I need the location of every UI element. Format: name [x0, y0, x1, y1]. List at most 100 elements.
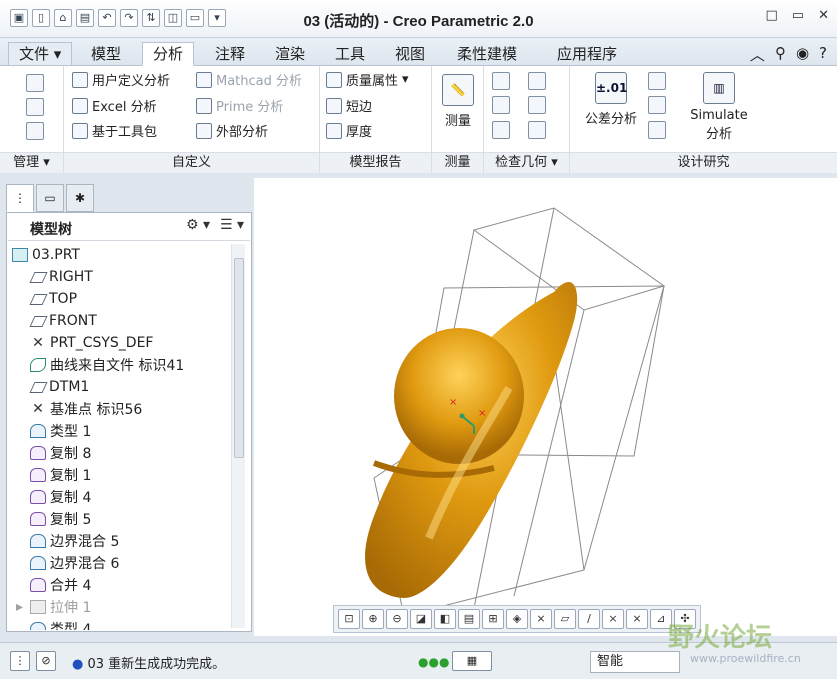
section-icon[interactable]	[528, 72, 546, 90]
tolerance-analysis-button[interactable]: ±.01 公差分析	[574, 72, 648, 127]
tree-item-label: PRT_CSYS_DEF	[50, 335, 154, 351]
plane-display-icon[interactable]: ▱	[554, 609, 576, 629]
group-inspect-geometry-label[interactable]: 检查几何 ▾	[484, 152, 569, 173]
window-title: 03 (活动的) - Creo Parametric 2.0	[303, 13, 534, 30]
axis-display-icon[interactable]: ∕	[578, 609, 600, 629]
draft-icon[interactable]	[492, 96, 510, 114]
tree-item[interactable]: 曲线来自文件 标识41	[30, 354, 184, 376]
tree-tools: ⚙ ▾ ☰ ▾	[186, 217, 244, 233]
favorites-tab[interactable]: ✱	[66, 184, 94, 212]
csys-tag-icon[interactable]: ⨯	[626, 609, 648, 629]
browser-toggle-icon[interactable]: ⊘	[36, 651, 56, 671]
model-tree-tab[interactable]: ⋮	[6, 184, 34, 212]
tree-item[interactable]: 复制 8	[30, 442, 91, 464]
user-defined-analysis-button[interactable]: 用户定义分析	[72, 70, 170, 89]
saved-orientations-icon[interactable]: ▤	[458, 609, 480, 629]
tree-item[interactable]: 边界混合 5	[30, 530, 119, 552]
short-edge-button[interactable]: 短边	[326, 96, 372, 115]
analysis-manage-icon-3[interactable]	[26, 122, 44, 140]
folder-browser-tab[interactable]: ▭	[36, 184, 64, 212]
help-icon[interactable]: ?	[819, 44, 827, 65]
maximize-button[interactable]: ▭	[792, 8, 804, 23]
external-analysis-button[interactable]: 外部分析	[196, 121, 268, 140]
tree-scrollbar[interactable]	[231, 244, 245, 628]
view-manager-icon[interactable]: ⊞	[482, 609, 504, 629]
tab-applications[interactable]: 应用程序	[546, 42, 628, 66]
point-display-icon[interactable]: ×	[602, 609, 624, 629]
feat-icon	[30, 512, 46, 526]
navigator-toggle-icon[interactable]: ⋮	[10, 651, 30, 671]
tab-flexible-modeling[interactable]: 柔性建模	[446, 42, 528, 66]
zoom-out-icon[interactable]: ⊖	[386, 609, 408, 629]
tab-annotate[interactable]: 注释	[204, 42, 256, 66]
thickness-button[interactable]: 厚度	[326, 121, 372, 140]
dihedral-icon[interactable]	[492, 121, 510, 139]
quilt-icon	[30, 424, 46, 438]
close-button[interactable]: ✕	[818, 8, 829, 23]
tree-scrollbar-thumb[interactable]	[234, 258, 244, 458]
analysis-manage-icon-1[interactable]	[26, 74, 44, 92]
group-model-report: 质量属性 ▾ 短边 厚度 模型报告	[320, 66, 432, 173]
tree-item-label: 合并 4	[50, 578, 92, 594]
offset-icon[interactable]	[528, 96, 546, 114]
selection-filter[interactable]: 智能	[590, 651, 680, 673]
repaint-icon[interactable]: ◪	[410, 609, 432, 629]
csys-display-icon[interactable]: ⨯	[530, 609, 552, 629]
sensitivity-icon[interactable]	[648, 72, 666, 90]
window-controls: □ ▭ ✕	[766, 8, 830, 23]
tree-item[interactable]: DTM1	[29, 376, 89, 398]
tab-tools[interactable]: 工具	[324, 42, 376, 66]
measure-button[interactable]: 📏 测量	[440, 74, 476, 129]
find-icon[interactable]: ▦	[452, 651, 492, 671]
prime-analysis-button[interactable]: Prime 分析	[196, 96, 283, 115]
tree-item[interactable]: ▸ 拉伸 1	[16, 596, 91, 618]
group-manage-label[interactable]: 管理 ▾	[0, 152, 63, 173]
tree-item[interactable]: 边界混合 6	[30, 552, 119, 574]
zoom-in-icon[interactable]: ⊕	[362, 609, 384, 629]
excel-analysis-button[interactable]: Excel 分析	[72, 96, 157, 115]
tree-item-label: 类型 1	[50, 424, 92, 440]
tree-item[interactable]: 复制 5	[30, 508, 91, 530]
tree-item[interactable]: 类型 4	[30, 618, 91, 630]
tab-file[interactable]: 文件 ▾	[8, 42, 73, 66]
excel-icon	[72, 97, 88, 114]
ribbon-tabs: 文件 ▾ 模型 分析 注释 渲染 工具 视图 柔性建模 应用程序	[0, 38, 837, 66]
expand-arrow-icon[interactable]: ▸	[16, 599, 23, 615]
minimize-button[interactable]: □	[766, 8, 778, 23]
tree-item[interactable]: 合并 4	[30, 574, 91, 596]
tab-view[interactable]: 视图	[384, 42, 436, 66]
tree-item[interactable]: 复制 1	[30, 464, 91, 486]
tab-render[interactable]: 渲染	[264, 42, 316, 66]
tree-item[interactable]: FRONT	[29, 310, 97, 332]
tree-item[interactable]: 类型 1	[30, 420, 91, 442]
analysis-manage-icon-2[interactable]	[26, 98, 44, 116]
search-icon[interactable]: ⚲	[775, 44, 786, 65]
collapse-ribbon-icon[interactable]: ︿	[750, 44, 765, 65]
tree-item[interactable]: 03.PRT	[12, 244, 80, 266]
refit-icon[interactable]: ⊡	[338, 609, 360, 629]
optimization-icon[interactable]	[648, 121, 666, 139]
feasibility-icon[interactable]	[648, 96, 666, 114]
toolkit-analysis-button[interactable]: 基于工具包	[72, 121, 157, 140]
shaded-curvature-icon[interactable]	[528, 121, 546, 139]
simulate-analysis-button[interactable]: ▥ Simulate 分析	[682, 72, 756, 142]
show-icon[interactable]: ☰ ▾	[220, 217, 244, 233]
user-icon[interactable]: ◉	[796, 44, 809, 65]
perspective-icon[interactable]: ◈	[506, 609, 528, 629]
settings-icon[interactable]: ⚙ ▾	[186, 217, 210, 233]
graphics-window[interactable]: × ×	[254, 178, 837, 636]
tab-model[interactable]: 模型	[80, 42, 132, 66]
tree-item[interactable]: TOP	[29, 288, 77, 310]
tree-item[interactable]: 复制 4	[30, 486, 91, 508]
tree-item[interactable]: ✕ PRT_CSYS_DEF	[30, 332, 153, 354]
tree-item-label: 类型 4	[50, 622, 92, 630]
plane-icon	[29, 315, 48, 327]
mathcad-analysis-button[interactable]: Mathcad 分析	[196, 70, 302, 89]
curvature-icon[interactable]	[492, 72, 510, 90]
tab-analysis[interactable]: 分析	[142, 42, 195, 66]
display-style-icon[interactable]: ◧	[434, 609, 456, 629]
tree-item[interactable]: ✕ 基准点 标识56	[30, 398, 142, 420]
feat-icon	[30, 490, 46, 504]
tree-item[interactable]: RIGHT	[29, 266, 93, 288]
mass-properties-button[interactable]: 质量属性 ▾	[326, 70, 409, 89]
